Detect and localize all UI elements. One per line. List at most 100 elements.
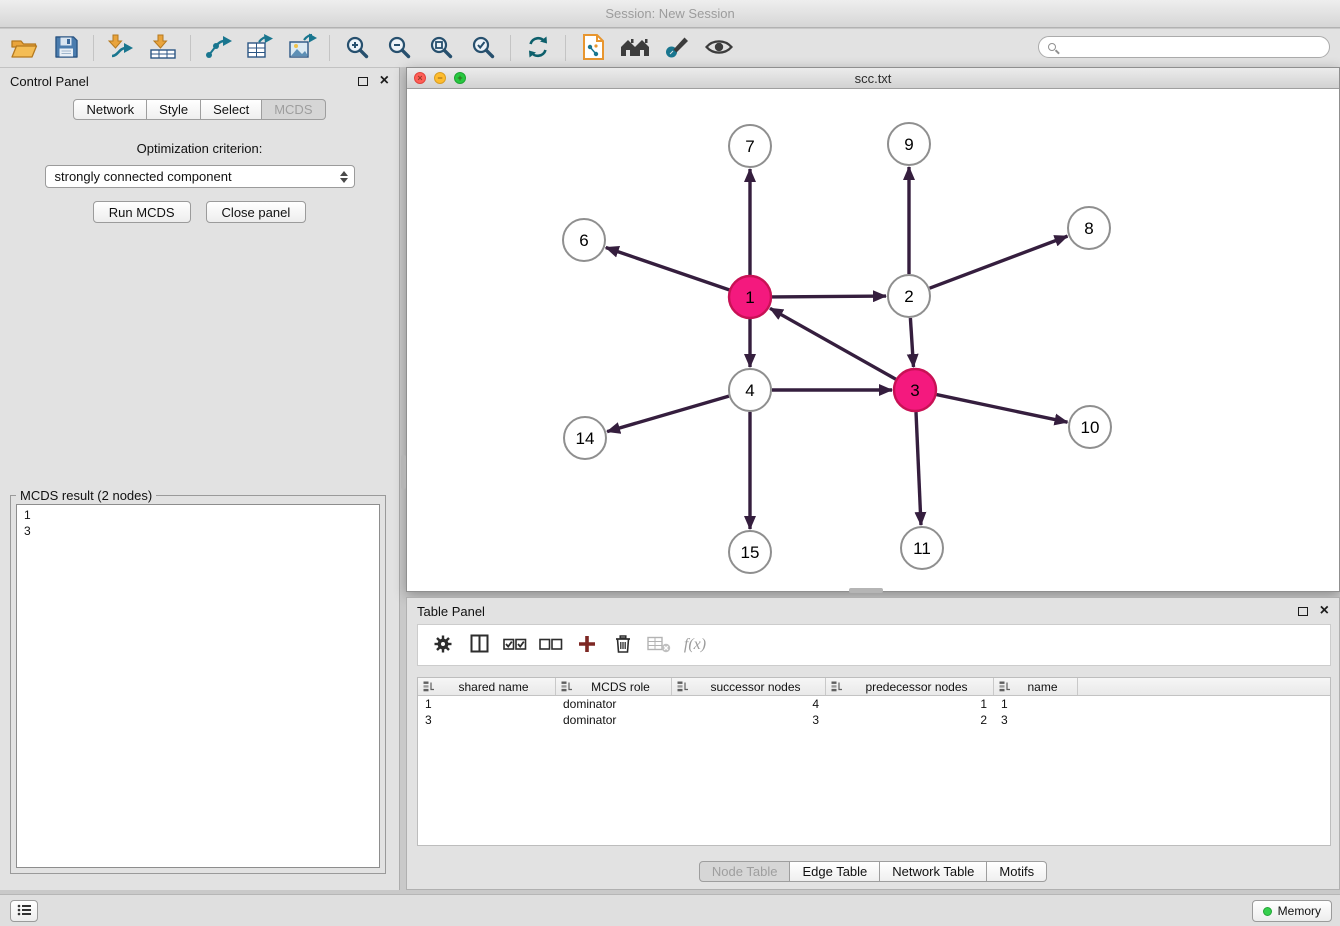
graph-node-9[interactable]: 9 [888, 123, 930, 165]
column-header-label: shared name [435, 680, 552, 694]
minimize-window-icon[interactable]: − [434, 72, 446, 84]
table-row[interactable]: 3dominator323 [418, 712, 1330, 728]
vertical-splitter-handle[interactable] [401, 455, 406, 489]
refresh-button[interactable] [517, 31, 559, 65]
table-cell[interactable]: 1 [826, 697, 994, 711]
graph-node-2[interactable]: 2 [888, 275, 930, 317]
zoom-fit-button[interactable] [420, 31, 462, 65]
network-view-window: scc.txt × − + 7 9 6 8 1 2 4 3 14 10 15 11 [406, 67, 1340, 592]
mcds-buttons-row: Run MCDS Close panel [0, 201, 399, 223]
criterion-dropdown[interactable]: strongly connected component [45, 165, 355, 188]
delete-row-button[interactable] [608, 630, 638, 660]
delete-table-button[interactable] [644, 630, 674, 660]
task-history-button[interactable] [10, 900, 38, 922]
graph-node-8[interactable]: 8 [1068, 207, 1110, 249]
float-table-panel-icon[interactable] [1298, 607, 1308, 616]
mcds-result-group: MCDS result (2 nodes) 1 3 [10, 495, 386, 874]
refresh-icon [525, 34, 551, 63]
graph-edge-4-14[interactable] [607, 396, 729, 432]
tab-style[interactable]: Style [147, 99, 201, 120]
search-icon [1048, 43, 1056, 51]
list-icon [17, 904, 31, 919]
close-table-panel-icon[interactable]: × [1320, 605, 1329, 617]
graph-node-11[interactable]: 11 [901, 527, 943, 569]
graph-edge-3-10[interactable] [937, 395, 1068, 423]
table-cell[interactable]: 4 [672, 697, 826, 711]
graph-node-6[interactable]: 6 [563, 219, 605, 261]
tab-network[interactable]: Network [73, 99, 147, 120]
graph-node-15[interactable]: 15 [729, 531, 771, 573]
column-header-predecessor-nodes[interactable]: predecessor nodes [826, 678, 994, 695]
graph-node-label: 14 [576, 429, 595, 448]
export-image-button[interactable] [281, 31, 323, 65]
table-cell[interactable]: 3 [672, 713, 826, 727]
fx-button[interactable]: f(x) [680, 630, 710, 660]
table-cell[interactable]: 1 [418, 697, 556, 711]
graph-edge-1-6[interactable] [606, 248, 729, 290]
graph-node-4[interactable]: 4 [729, 369, 771, 411]
tab-motifs[interactable]: Motifs [987, 861, 1047, 882]
close-panel-button[interactable]: Close panel [206, 201, 307, 223]
import-network-button[interactable] [100, 31, 142, 65]
network-window-titlebar[interactable]: scc.txt × − + [407, 68, 1339, 89]
toolbar-separator [329, 35, 330, 61]
table-cell[interactable]: 2 [826, 713, 994, 727]
network-canvas[interactable]: 7 9 6 8 1 2 4 3 14 10 15 11 [407, 90, 1339, 591]
clear-selection-button[interactable] [536, 630, 566, 660]
zoom-selected-button[interactable] [462, 31, 504, 65]
tab-edge-table[interactable]: Edge Table [790, 861, 880, 882]
export-network-button[interactable] [197, 31, 239, 65]
horizontal-splitter-handle[interactable] [849, 588, 883, 593]
table-panel-title: Table Panel [417, 604, 485, 619]
column-header-shared-name[interactable]: shared name [418, 678, 556, 695]
tab-node-table[interactable]: Node Table [699, 861, 791, 882]
columns-button[interactable] [464, 630, 494, 660]
save-session-button[interactable] [45, 31, 87, 65]
zoom-out-button[interactable] [378, 31, 420, 65]
column-header-successor-nodes[interactable]: successor nodes [672, 678, 826, 695]
optimization-criterion-label: Optimization criterion: [0, 141, 399, 156]
export-table-button[interactable] [239, 31, 281, 65]
table-cell[interactable]: dominator [556, 697, 672, 711]
style-brush-button[interactable] [656, 31, 698, 65]
search-field[interactable] [1038, 36, 1330, 58]
table-cell[interactable]: 3 [418, 713, 556, 727]
close-panel-icon[interactable]: × [380, 75, 389, 87]
graph-node-7[interactable]: 7 [729, 125, 771, 167]
graph-edge-3-1[interactable] [770, 308, 896, 379]
birdseye-view-button[interactable] [614, 31, 656, 65]
graph-node-3[interactable]: 3 [894, 369, 936, 411]
graph-edge-2-3[interactable] [910, 318, 913, 367]
float-window-icon[interactable] [358, 77, 368, 86]
graph-node-10[interactable]: 10 [1069, 406, 1111, 448]
import-table-button[interactable] [142, 31, 184, 65]
tab-network-table[interactable]: Network Table [880, 861, 987, 882]
table-cell[interactable]: dominator [556, 713, 672, 727]
table-row[interactable]: 1dominator411 [418, 696, 1330, 712]
open-session-button[interactable] [3, 31, 45, 65]
gear-button[interactable] [428, 630, 458, 660]
table-cell[interactable]: 3 [994, 713, 1078, 727]
network-document-button[interactable] [572, 31, 614, 65]
column-header-name[interactable]: name [994, 678, 1078, 695]
zoom-in-button[interactable] [336, 31, 378, 65]
graph-edge-2-8[interactable] [930, 236, 1068, 288]
graph-node-1[interactable]: 1 [729, 276, 771, 318]
select-all-button[interactable] [500, 630, 530, 660]
graph-node-14[interactable]: 14 [564, 417, 606, 459]
network-window-title: scc.txt [407, 71, 1339, 86]
graph-edge-3-11[interactable] [916, 412, 921, 525]
add-row-button[interactable] [572, 630, 602, 660]
table-cell[interactable]: 1 [994, 697, 1078, 711]
zoom-window-icon[interactable]: + [454, 72, 466, 84]
graph-edge-1-2[interactable] [772, 296, 886, 297]
tab-mcds[interactable]: MCDS [262, 99, 325, 120]
show-hide-button[interactable] [698, 31, 740, 65]
close-window-icon[interactable]: × [414, 72, 426, 84]
search-input[interactable] [1056, 38, 1329, 56]
memory-button[interactable]: Memory [1252, 900, 1332, 922]
run-mcds-button[interactable]: Run MCDS [93, 201, 191, 223]
clear-selection-icon [539, 635, 563, 656]
tab-select[interactable]: Select [201, 99, 262, 120]
column-header-MCDS-role[interactable]: MCDS role [556, 678, 672, 695]
